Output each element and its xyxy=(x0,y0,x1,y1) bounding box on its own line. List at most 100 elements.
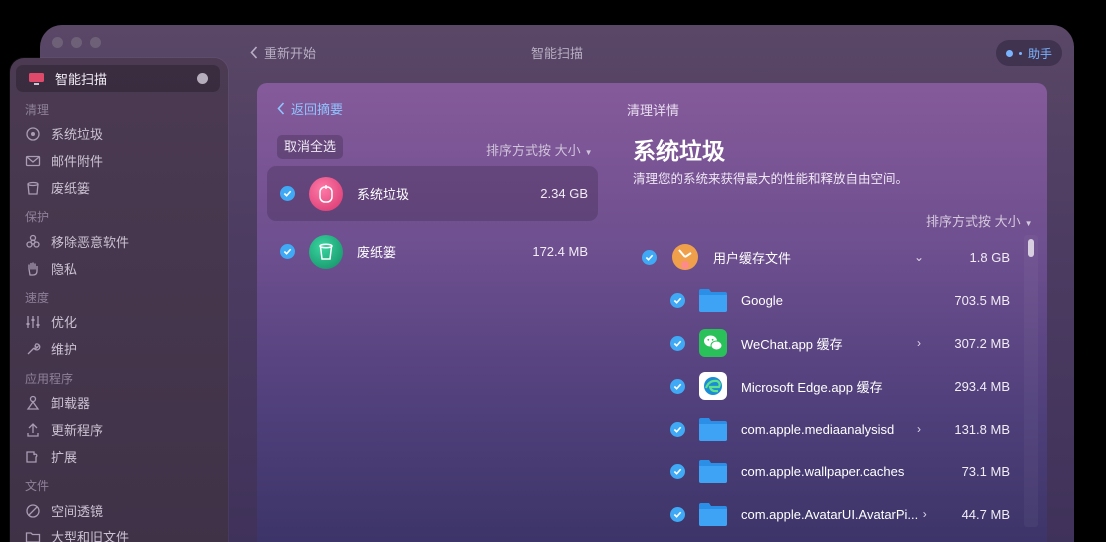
item-size: 44.7 MB xyxy=(961,506,1010,522)
folder-icon xyxy=(698,499,728,529)
sidebar-item-extensions[interactable]: 扩展 xyxy=(25,447,77,466)
list-item[interactable]: com.apple.wallpaper.caches 73.1 MB xyxy=(670,451,1010,491)
checkbox-checked-icon[interactable] xyxy=(280,186,295,201)
detail-section-label: 清理详情 xyxy=(627,103,680,118)
lens-icon xyxy=(26,503,40,518)
back-to-summary-label: 返回摘要 xyxy=(291,102,344,117)
item-size: 703.5 MB xyxy=(954,292,1010,308)
deselect-all-button[interactable]: 取消全选 xyxy=(277,135,344,159)
scan-status-indicator xyxy=(197,73,208,84)
item-size: 73.1 MB xyxy=(961,463,1010,479)
trash-bin-icon xyxy=(309,234,343,269)
list-item[interactable]: Google 703.5 MB xyxy=(670,280,1010,320)
sort-value: 大小 xyxy=(554,143,581,158)
detail-sort-control[interactable]: 排序方式按 大小 ▼ xyxy=(926,211,1033,230)
folder-icon xyxy=(25,531,41,542)
sidebar-item-uninstaller[interactable]: 卸载器 xyxy=(25,393,90,412)
item-size: 131.8 MB xyxy=(954,421,1010,437)
chevron-right-icon[interactable]: › xyxy=(918,507,931,521)
sidebar-item-large-old-files[interactable]: 大型和旧文件 xyxy=(25,527,129,542)
chevron-down-icon[interactable]: ⌄ xyxy=(912,250,926,264)
checkbox-checked-icon[interactable] xyxy=(670,506,685,522)
sidebar-section-files: 文件 xyxy=(25,479,50,493)
back-to-summary-link[interactable]: 返回摘要 xyxy=(277,99,343,118)
detail-scrollbar[interactable] xyxy=(1024,235,1038,527)
chevron-right-icon[interactable]: › xyxy=(912,336,926,350)
checkbox-checked-icon[interactable] xyxy=(670,378,685,394)
zoom-window-button[interactable] xyxy=(90,37,101,48)
restart-label: 重新开始 xyxy=(264,46,317,61)
chevron-left-icon xyxy=(277,102,285,115)
sidebar-item-label: 移除恶意软件 xyxy=(51,235,130,250)
sidebar-item-mail-attachments[interactable]: 邮件附件 xyxy=(25,151,103,170)
sidebar-item-space-lens[interactable]: 空间透镜 xyxy=(25,501,103,520)
item-name: com.apple.mediaanalysisd xyxy=(741,421,895,437)
assistant-button[interactable]: 助手 xyxy=(995,40,1062,66)
category-row-system-junk[interactable]: 系统垃圾 2.34 GB xyxy=(267,166,598,221)
caret-down-icon: ▼ xyxy=(584,148,593,157)
sidebar-item-maintenance[interactable]: 维护 xyxy=(25,339,77,358)
sidebar-section-cleanup: 清理 xyxy=(25,103,50,117)
disc-icon xyxy=(26,126,40,141)
category-size: 2.34 GB xyxy=(540,186,588,201)
assistant-dot-icon xyxy=(1005,49,1013,57)
item-name: com.apple.AvatarUI.AvatarPi... xyxy=(741,506,919,522)
minimize-window-button[interactable] xyxy=(71,37,82,48)
category-row-trash[interactable]: 废纸篓 172.4 MB xyxy=(267,224,598,279)
sidebar-item-updater[interactable]: 更新程序 xyxy=(25,420,103,439)
item-name: Microsoft Edge.app 缓存 xyxy=(741,379,883,395)
sidebar-section-speed: 速度 xyxy=(25,291,50,305)
edge-icon xyxy=(698,371,728,401)
sidebar-item-label: 大型和旧文件 xyxy=(51,530,130,542)
checkbox-checked-icon[interactable] xyxy=(670,292,685,308)
sidebar-item-label: 扩展 xyxy=(51,450,78,465)
sidebar-section-applications: 应用程序 xyxy=(25,372,74,386)
sidebar-item-smart-scan[interactable]: 智能扫描 xyxy=(16,65,220,92)
restart-button[interactable]: 重新开始 xyxy=(250,43,316,62)
wechat-icon xyxy=(698,328,728,358)
window-controls xyxy=(52,37,101,48)
wrench-icon xyxy=(27,342,41,354)
sidebar: 智能扫描 清理 系统垃圾 邮件附件 废纸篓 保护 移除恶意软件 隐私 速度 优化… xyxy=(10,58,228,542)
list-item[interactable]: com.apple.mediaanalysisd › 131.8 MB xyxy=(670,409,1010,449)
category-sort-control[interactable]: 排序方式按 大小 ▼ xyxy=(486,140,593,159)
item-name: com.apple.wallpaper.caches xyxy=(741,463,905,479)
biohazard-icon xyxy=(26,234,40,248)
sidebar-section-protection: 保护 xyxy=(25,210,50,224)
main-panel: 返回摘要 取消全选 排序方式按 大小 ▼ 系统垃圾 2.34 GB 废纸篓 172… xyxy=(257,83,1047,542)
sort-value: 大小 xyxy=(994,214,1021,229)
group-row-user-cache[interactable]: 用户缓存文件 ⌄ 1.8 GB xyxy=(642,237,1010,277)
folder-icon xyxy=(698,414,728,444)
sidebar-item-malware-removal[interactable]: 移除恶意软件 xyxy=(25,232,129,251)
item-size: 293.4 MB xyxy=(954,378,1010,394)
folder-icon xyxy=(698,456,728,486)
category-name: 系统垃圾 xyxy=(357,187,410,202)
trash-icon xyxy=(27,181,39,195)
chevron-right-icon[interactable]: › xyxy=(912,422,926,436)
close-window-button[interactable] xyxy=(52,37,63,48)
sidebar-item-label: 优化 xyxy=(51,315,78,330)
list-item[interactable]: Microsoft Edge.app 缓存 293.4 MB xyxy=(670,366,1010,406)
sidebar-item-label: 卸载器 xyxy=(51,396,91,411)
checkbox-checked-icon[interactable] xyxy=(670,335,685,351)
item-name: WeChat.app 缓存 xyxy=(741,336,843,352)
mail-icon xyxy=(25,155,41,166)
scrollbar-thumb[interactable] xyxy=(1028,239,1034,257)
sort-prefix: 排序方式按 xyxy=(926,214,992,229)
checkbox-checked-icon[interactable] xyxy=(670,421,685,437)
checkbox-checked-icon[interactable] xyxy=(642,249,657,265)
sidebar-item-system-junk[interactable]: 系统垃圾 xyxy=(25,124,103,143)
sidebar-item-trash[interactable]: 废纸篓 xyxy=(25,178,90,197)
assistant-label: 助手 xyxy=(1027,46,1052,61)
checkbox-checked-icon[interactable] xyxy=(670,463,685,479)
list-item[interactable]: com.apple.AvatarUI.AvatarPi... › 44.7 MB xyxy=(670,494,1010,534)
sidebar-item-optimization[interactable]: 优化 xyxy=(25,312,77,331)
sidebar-item-privacy[interactable]: 隐私 xyxy=(25,259,77,278)
sidebar-item-label: 空间透镜 xyxy=(51,504,104,519)
extensions-icon xyxy=(26,450,38,463)
monitor-icon xyxy=(29,72,44,85)
sidebar-item-label: 隐私 xyxy=(51,262,78,277)
checkbox-checked-icon[interactable] xyxy=(280,244,295,259)
list-item[interactable]: WeChat.app 缓存 › 307.2 MB xyxy=(670,323,1010,363)
sidebar-item-label: 废纸篓 xyxy=(51,181,91,196)
